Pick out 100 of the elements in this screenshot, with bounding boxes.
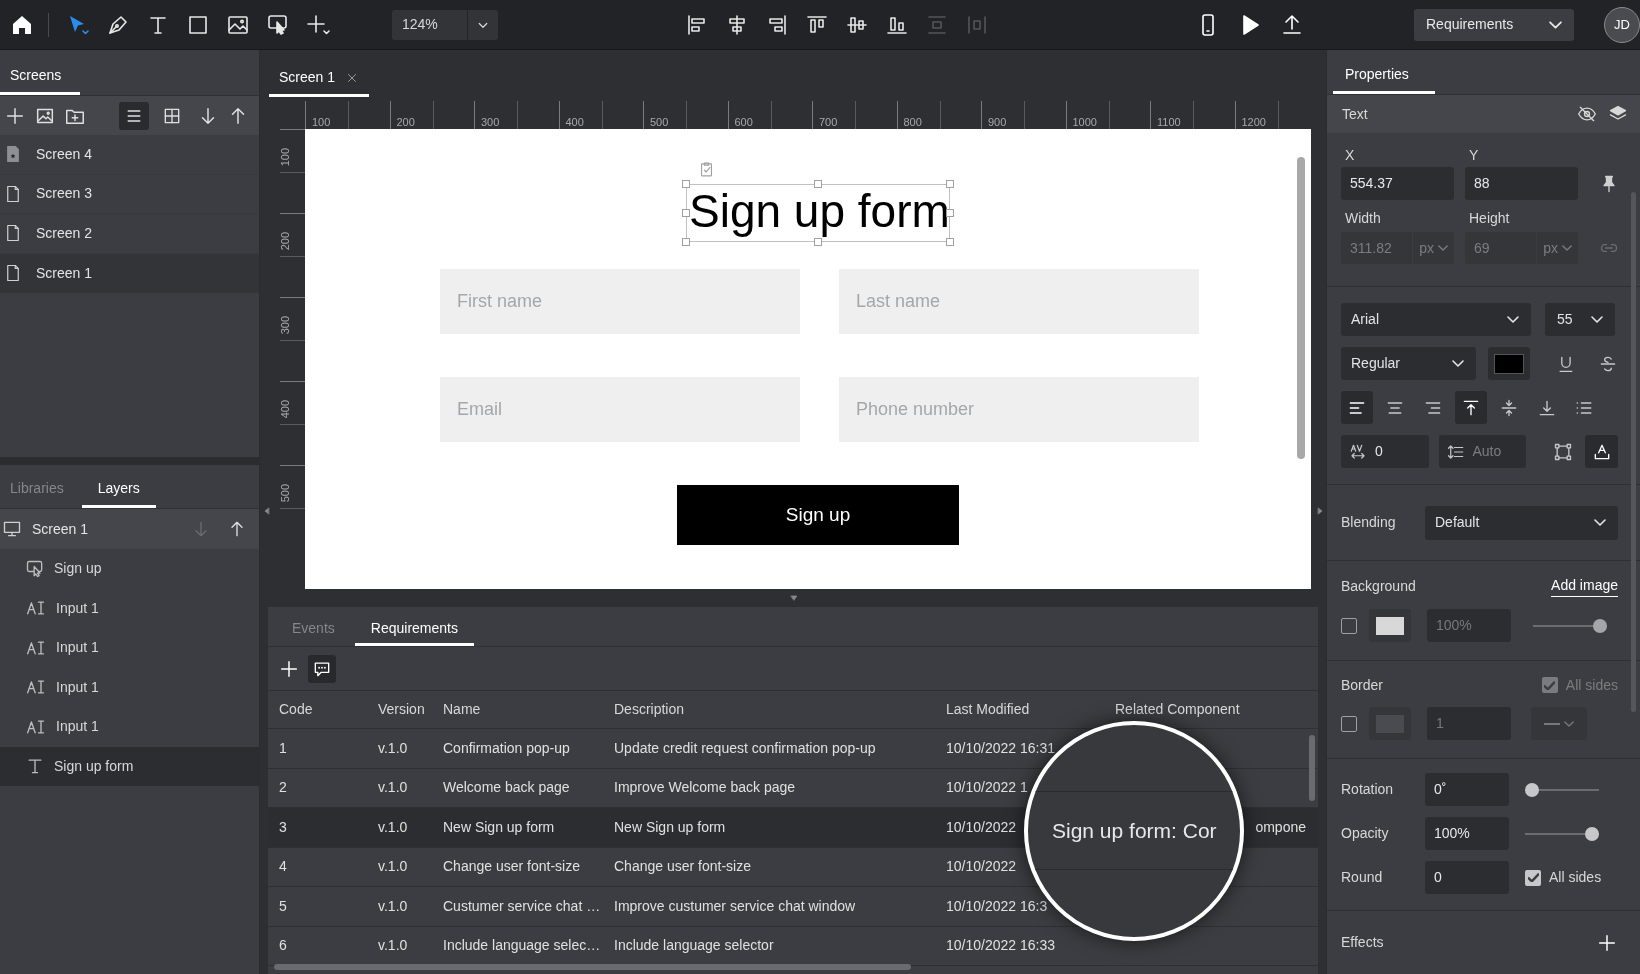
- column-header[interactable]: Version: [378, 699, 425, 720]
- chevron-down-icon: [1549, 20, 1562, 29]
- clipboard-check-icon[interactable]: [698, 161, 715, 178]
- hand-pointer-icon: [25, 558, 45, 579]
- screen-list-item[interactable]: Screen 4: [0, 135, 259, 175]
- ruler-label: 900: [987, 117, 1007, 129]
- text-sizing-button[interactable]: [1585, 435, 1618, 469]
- add-image-link[interactable]: Add image: [1551, 575, 1618, 598]
- color-swatch[interactable]: [1488, 347, 1531, 381]
- screen-list-item[interactable]: Screen 2: [0, 214, 259, 254]
- font-style-dropdown[interactable]: Regular: [1341, 347, 1477, 381]
- slider-thumb[interactable]: [1585, 826, 1599, 841]
- list-view-button[interactable]: [119, 101, 149, 130]
- field-label: X: [1344, 146, 1356, 166]
- plus-icon[interactable]: [305, 12, 331, 37]
- table-cell-text: New Sign up form: [614, 817, 726, 837]
- design-canvas[interactable]: Sign up form First name Last name Email Phone number Sign up: [305, 129, 1311, 589]
- collapse-left-icon[interactable]: [262, 504, 272, 518]
- column-header[interactable]: Last Modified: [946, 699, 1030, 720]
- table-cell-text: Welcome back page: [443, 778, 570, 798]
- color-swatch[interactable]: [1369, 609, 1411, 643]
- field-label: Width: [1344, 209, 1382, 229]
- scrollbar[interactable]: [274, 964, 911, 970]
- comment-button[interactable]: [308, 654, 336, 683]
- canvas-title[interactable]: Sign up form: [689, 181, 950, 241]
- table-cell-text: 10/10/2022 16:33: [946, 936, 1055, 956]
- table-cell-text: v.1.0: [378, 738, 408, 758]
- input-field[interactable]: First name: [440, 269, 800, 334]
- table-cell-text: 10/10/2022 16:31: [946, 738, 1055, 758]
- table-cell-text: Confirmation pop-up: [443, 738, 570, 758]
- scrollbar[interactable]: [1297, 157, 1305, 459]
- slider-thumb[interactable]: [1525, 782, 1539, 797]
- ruler-label: 500: [280, 484, 292, 503]
- ruler-label: 400: [564, 117, 584, 129]
- table-cell-text: v.1.0: [378, 778, 408, 798]
- font-dropdown[interactable]: Arial: [1341, 303, 1531, 337]
- letter-spacing-field[interactable]: 0: [1341, 435, 1429, 469]
- view-mode-dropdown[interactable]: Requirements: [1414, 8, 1574, 41]
- number-field[interactable]: 88: [1465, 167, 1578, 201]
- column-header[interactable]: Code: [279, 699, 313, 720]
- line-style-dropdown[interactable]: [1531, 707, 1587, 741]
- input-field[interactable]: Email: [440, 377, 800, 442]
- font-size-dropdown[interactable]: 55: [1545, 303, 1615, 337]
- screen-list-item[interactable]: Screen 1: [0, 253, 259, 293]
- letter-spacing-icon: [1349, 442, 1367, 461]
- blending-dropdown[interactable]: Default: [1425, 505, 1618, 540]
- slider-thumb[interactable]: [1593, 618, 1607, 633]
- align-left-button[interactable]: [1341, 391, 1373, 425]
- sign-up-button[interactable]: Sign up: [677, 485, 959, 545]
- input-field[interactable]: Last name: [839, 269, 1199, 334]
- section-label: Effects: [1341, 933, 1384, 953]
- rotation-field[interactable]: 0˚: [1425, 773, 1509, 807]
- table-cell-text: 10/10/2022 1: [946, 778, 1028, 798]
- table-cell-text: Include language selector: [614, 936, 774, 956]
- input-field[interactable]: Phone number: [839, 377, 1199, 442]
- slider[interactable]: [1525, 826, 1599, 841]
- checkbox[interactable]: [1525, 869, 1541, 886]
- panel-tab[interactable]: Requirements: [354, 614, 474, 646]
- ruler-label: 100: [311, 117, 331, 129]
- table-cell-text: 5: [279, 896, 287, 916]
- table-cell-text: 10/10/2022 16:3: [946, 896, 1048, 916]
- field-label: Height: [1468, 209, 1511, 229]
- opacity-field[interactable]: 100%: [1425, 817, 1509, 851]
- ruler-label: 500: [649, 117, 669, 129]
- layer-item[interactable]: Sign up form: [0, 746, 259, 786]
- chevron-down-icon: [1562, 245, 1572, 252]
- table-cell-text: New Sign up form: [443, 817, 555, 837]
- zoom-field[interactable]: 124%: [392, 9, 498, 40]
- user-avatar[interactable]: JD: [1604, 6, 1640, 43]
- field-label: Border: [1341, 675, 1384, 695]
- screen-tab[interactable]: Screen 1: [269, 61, 370, 97]
- number-field[interactable]: 554.37: [1341, 167, 1454, 201]
- collapse-down-icon[interactable]: [788, 593, 800, 603]
- scrollbar[interactable]: [1309, 735, 1315, 801]
- ruler-label: 300: [480, 117, 500, 129]
- checkbox[interactable]: [1541, 677, 1558, 694]
- table-cell-text: v.1.0: [378, 936, 408, 956]
- ruler-label: 700: [818, 117, 838, 129]
- chevron-down-icon: [1594, 519, 1606, 527]
- checkbox[interactable]: [1341, 715, 1357, 732]
- ruler-label: 1200: [1240, 117, 1266, 129]
- field-label: Blending: [1341, 513, 1397, 533]
- chevron-down-icon: [1564, 720, 1574, 727]
- ruler-label: 800: [902, 117, 922, 129]
- screen-list-item[interactable]: Screen 3: [0, 174, 259, 214]
- align-top-button[interactable]: [1455, 391, 1487, 425]
- checkbox[interactable]: [1341, 617, 1357, 634]
- column-header[interactable]: Description: [614, 699, 685, 720]
- round-field[interactable]: 0: [1425, 861, 1509, 895]
- element-type-label: Text: [1342, 104, 1369, 124]
- page-icon: [4, 263, 22, 284]
- scrollbar[interactable]: [1631, 192, 1636, 712]
- column-header[interactable]: Name: [443, 699, 481, 720]
- table-cell-text: Include language selec…: [443, 936, 601, 956]
- column-header[interactable]: Related Component: [1115, 699, 1240, 720]
- slider[interactable]: [1533, 618, 1607, 633]
- table-cell-text: 6: [279, 936, 287, 956]
- check-icon: [1544, 680, 1556, 690]
- slider[interactable]: [1525, 782, 1599, 797]
- table-cell-text: v.1.0: [378, 896, 408, 916]
